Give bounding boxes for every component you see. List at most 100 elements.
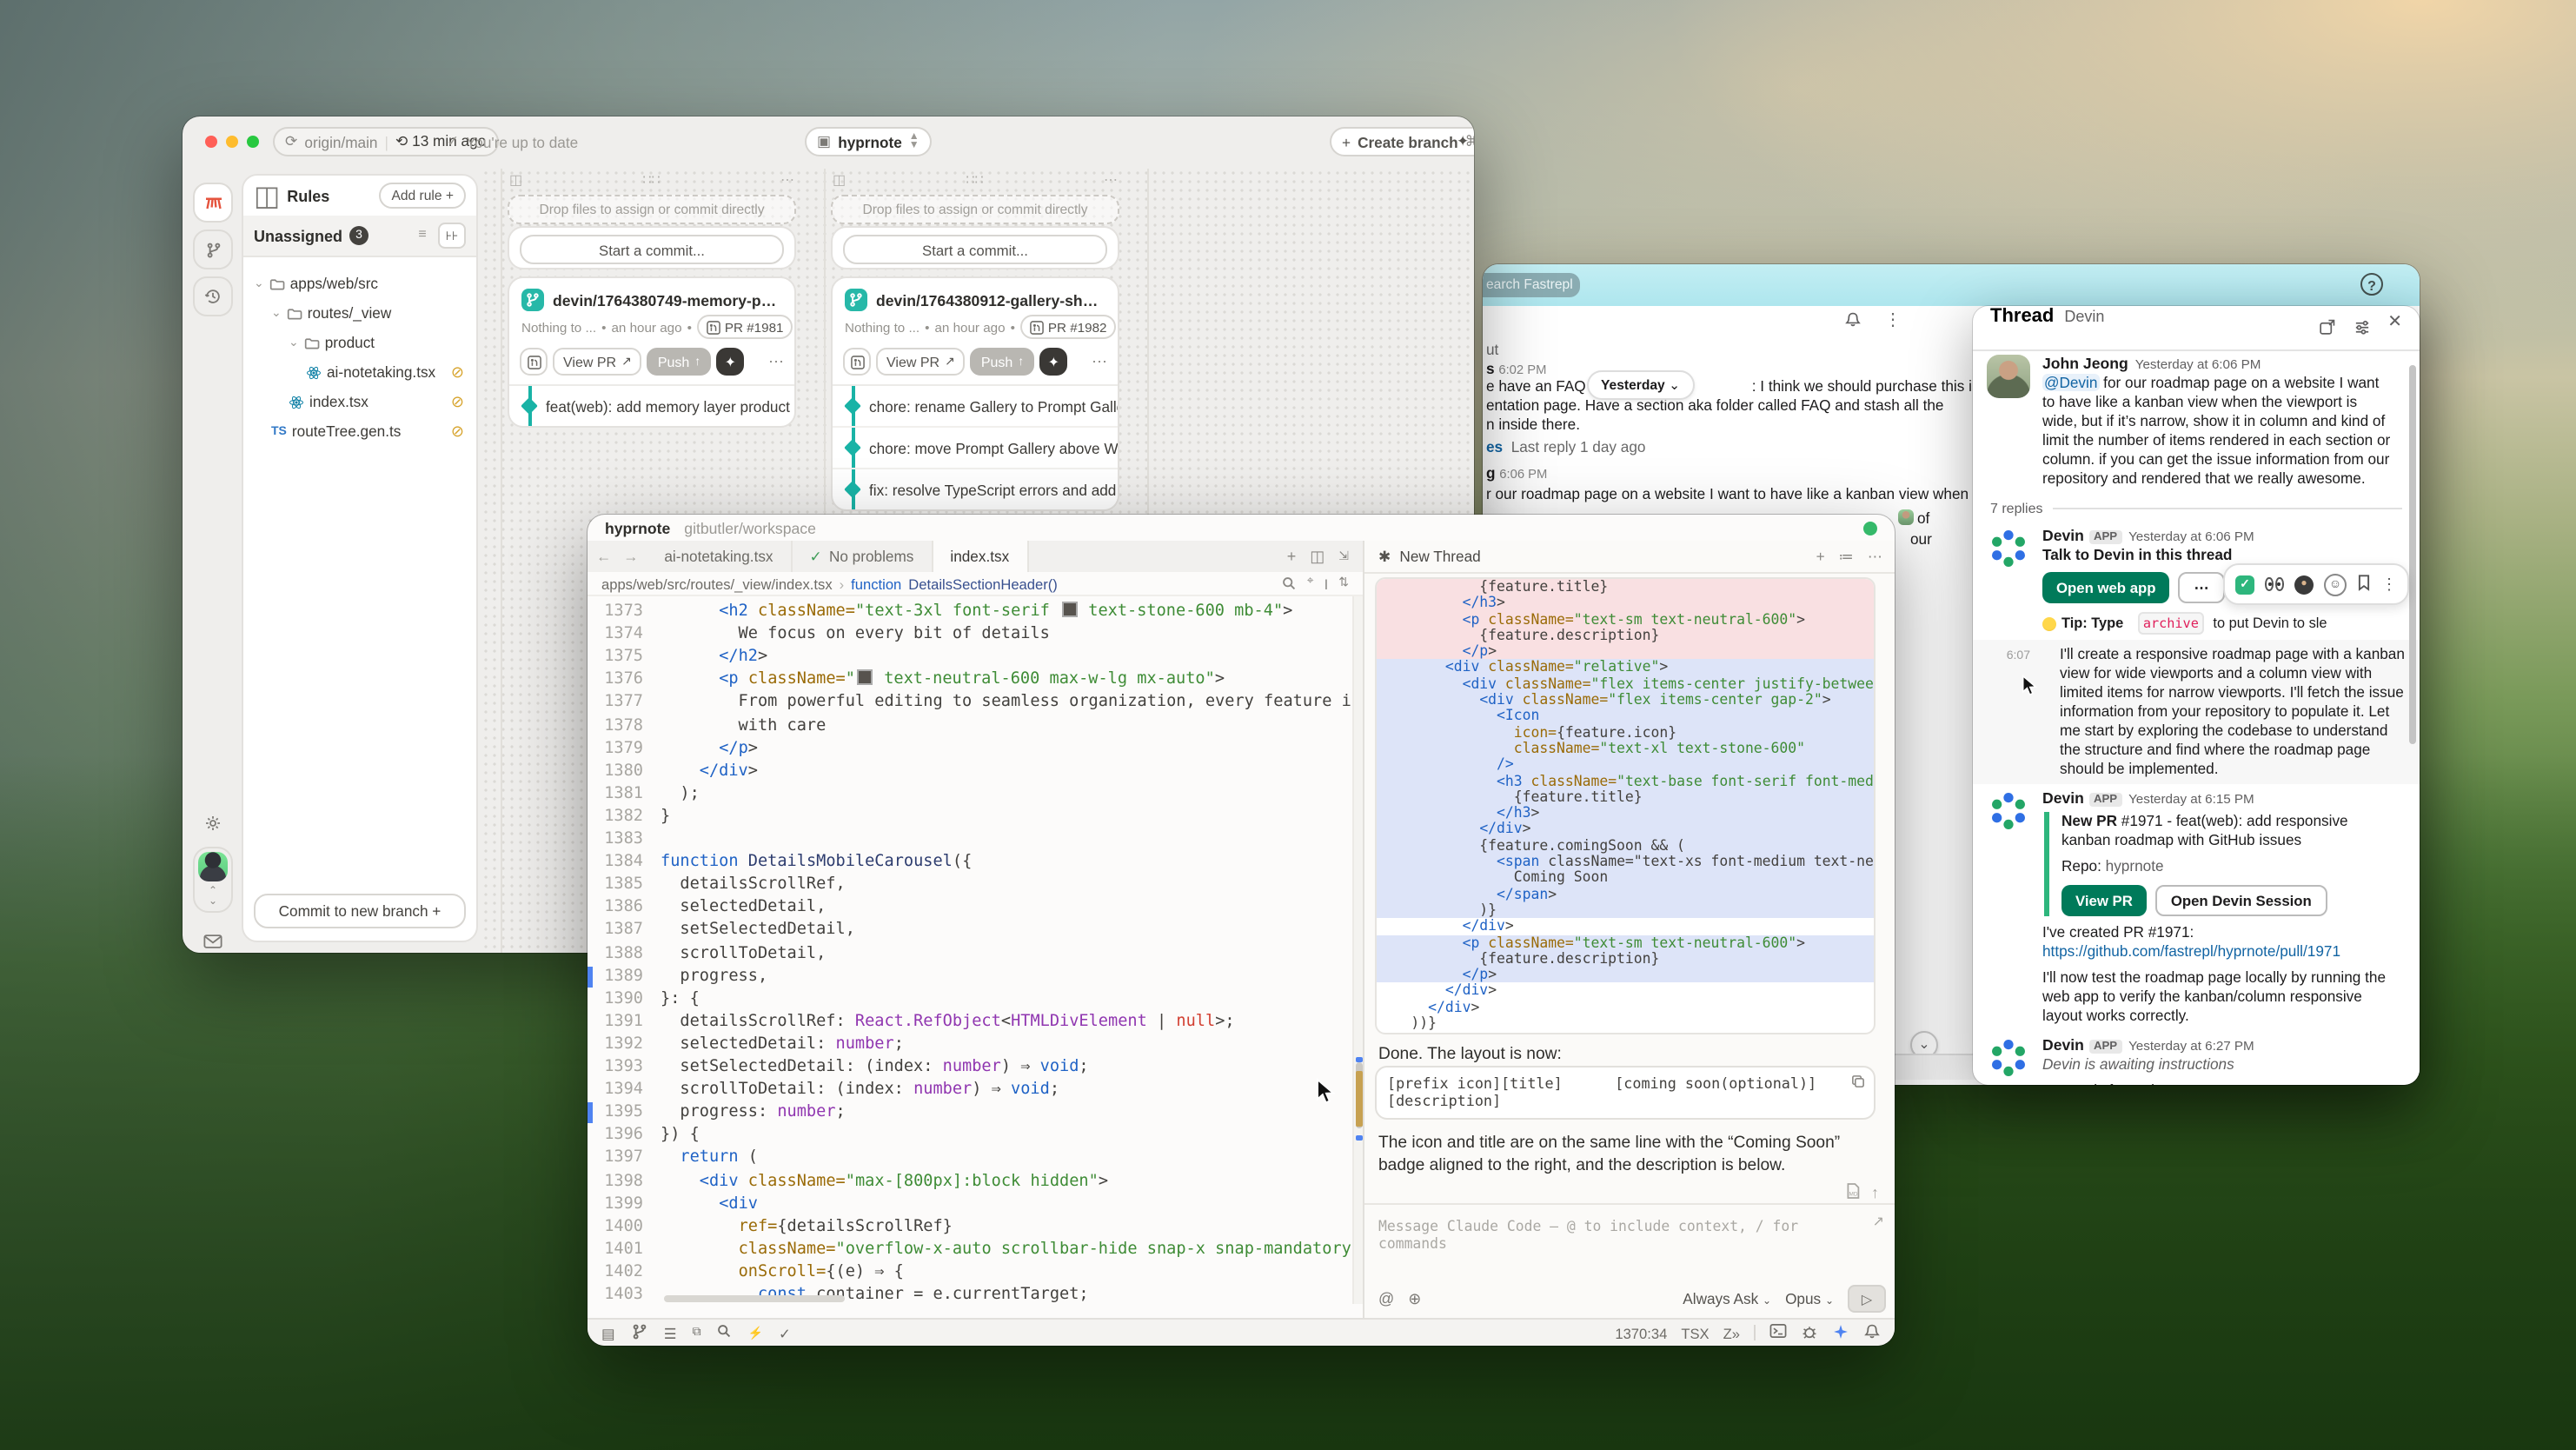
commit-row[interactable]: fix: resolve TypeScript errors and add r… <box>833 468 1118 509</box>
slack-help-button[interactable]: ? <box>2360 272 2383 295</box>
diagnostics-check-icon[interactable]: ✓ <box>779 1324 791 1341</box>
open-web-app-button[interactable]: Open web app <box>2042 572 2170 603</box>
tree-item-ai-notetaking-tsx[interactable]: ai-notetaking.tsx⊘ <box>306 358 476 386</box>
markdown-icon[interactable]: MD <box>1845 1182 1859 1203</box>
thread-settings-icon[interactable] <box>2353 312 2370 343</box>
mention-icon[interactable]: @ <box>1378 1290 1394 1307</box>
ai-sparkle-button[interactable]: ✦ <box>1453 127 1472 156</box>
mention[interactable]: @Devin <box>2042 374 2099 391</box>
nav-back-icon[interactable]: ← <box>596 548 611 565</box>
thread-reply-link[interactable]: es Last reply 1 day ago <box>1486 438 1646 456</box>
tree-item-index-tsx[interactable]: index.tsx⊘ <box>289 388 476 416</box>
editor-tab-No-problems[interactable]: ✓No problems <box>793 541 933 572</box>
branch-name[interactable]: devin/1764380749-memory-page <box>553 291 782 309</box>
check-reaction-icon[interactable]: ✓ <box>2235 575 2254 594</box>
replies-count[interactable]: 7 replies <box>1990 499 2043 518</box>
lane-drag-handle[interactable]: ∷∷ <box>966 172 983 188</box>
permission-mode-select[interactable]: Always Ask ⌄ <box>1683 1290 1771 1307</box>
debug-icon[interactable] <box>1801 1322 1818 1343</box>
thread-history-icon[interactable]: ≔ <box>1839 547 1854 566</box>
editor-tab-index-tsx[interactable]: index.tsx <box>933 541 1028 572</box>
minimize-button[interactable] <box>226 136 238 148</box>
pr-link[interactable]: https://github.com/fastrepl/hyprnote/pul… <box>2042 942 2340 960</box>
nav-forward-icon[interactable]: → <box>623 548 638 565</box>
cursor-icon[interactable]: I <box>1325 575 1329 592</box>
pr-badge[interactable]: PR #1982 <box>1020 315 1116 339</box>
new-thread-icon[interactable]: + <box>1816 547 1825 566</box>
person-reaction-icon[interactable]: ● <box>2294 575 2314 594</box>
open-in-window-icon[interactable] <box>2318 312 2335 343</box>
actions-icon[interactable]: ⚡ <box>748 1326 763 1340</box>
commit-row[interactable]: chore: rename Gallery to Prompt Gallery … <box>833 386 1118 426</box>
message-author[interactable]: DevinAPPYesterday at 6:27 PM <box>2042 1036 2254 1054</box>
branch-menu-icon[interactable]: ⋯ <box>768 352 784 371</box>
close-icon[interactable]: ✕ <box>2387 312 2402 343</box>
language-mode[interactable]: TSX <box>1681 1324 1709 1341</box>
branch-details-button[interactable] <box>520 348 548 376</box>
breadcrumb[interactable]: apps/web/src/routes/_view/index.tsx›func… <box>588 572 1363 596</box>
slack-search-input[interactable]: earch Fastrepl <box>1483 273 1580 297</box>
split-pane-icon[interactable]: ◫ <box>1310 547 1325 566</box>
zed-icon[interactable]: Z» <box>1723 1324 1740 1341</box>
start-commit-button[interactable]: Start a commit... <box>520 235 784 264</box>
close-button[interactable] <box>205 136 217 148</box>
thread-scrollbar[interactable] <box>2409 365 2416 744</box>
eyes-reaction-icon[interactable] <box>2265 575 2284 594</box>
date-separator-pill[interactable]: Yesterday ⌄ <box>1587 370 1694 400</box>
tree-view-toggle[interactable]: ⊦⊦ <box>438 223 466 249</box>
diff-preview[interactable]: {feature.title} </h3> <p className="text… <box>1375 577 1876 1034</box>
push-button[interactable]: Push ↑ <box>647 348 711 376</box>
view-pr-button[interactable]: View PR ↗ <box>876 348 966 376</box>
devin-app-avatar[interactable] <box>1987 1036 2030 1080</box>
avatar[interactable] <box>198 852 228 881</box>
rail-history-button[interactable] <box>193 276 233 316</box>
tree-item-apps-web-src[interactable]: ⌄apps/web/src <box>254 269 476 297</box>
new-tab-icon[interactable]: + <box>1287 548 1297 565</box>
expand-icon[interactable]: ⇲ <box>1338 549 1349 563</box>
add-rule-button[interactable]: Add rule + <box>379 183 466 209</box>
bookmark-icon[interactable] <box>2357 569 2371 600</box>
branch-details-button[interactable] <box>843 348 871 376</box>
lane-drag-handle[interactable]: ∷∷ <box>642 172 660 188</box>
cursor-position[interactable]: 1370:34 <box>1615 1324 1667 1341</box>
chevron-updown-icon[interactable]: ⌃⌄ <box>195 887 231 908</box>
message-author[interactable]: DevinAPPYesterday at 6:06 PM <box>2042 527 2254 544</box>
rail-branches-button[interactable] <box>193 229 233 269</box>
git-branch-icon[interactable] <box>631 1322 648 1343</box>
start-commit-button[interactable]: Start a commit... <box>843 235 1107 264</box>
collab-icon[interactable]: ⧉ <box>693 1326 701 1340</box>
outline-icon[interactable]: ☰ <box>664 1324 677 1341</box>
add-reaction-icon[interactable]: ☺ <box>2324 573 2347 595</box>
message[interactable]: DevinAPPYesterday at 6:15 PM New PR #197… <box>1973 784 2420 1031</box>
view-pr-button[interactable]: View PR ↗ <box>553 348 642 376</box>
devin-app-avatar[interactable] <box>1987 789 2030 833</box>
search-icon[interactable] <box>717 1323 733 1342</box>
lane-collapse-icon[interactable]: ◫ <box>833 172 846 188</box>
lane-collapse-icon[interactable]: ◫ <box>509 172 522 188</box>
assistant-input[interactable]: Message Claude Code — @ to include conte… <box>1378 1217 1848 1252</box>
branch-menu-icon[interactable]: ⋯ <box>1092 352 1107 371</box>
profile-group[interactable]: ⌃⌄ <box>193 847 233 913</box>
tree-item-product[interactable]: ⌄product <box>289 329 476 356</box>
branch-name[interactable]: devin/1764380912-gallery-shortcuts <box>876 291 1105 309</box>
thread-tab-label[interactable]: New Thread <box>1399 548 1480 565</box>
horizontal-scrollbar-thumb[interactable] <box>664 1295 845 1302</box>
avatar[interactable] <box>1987 355 2030 398</box>
message-author[interactable]: John JeongYesterday at 6:06 PM <box>2042 355 2261 372</box>
commit-row[interactable]: feat(web): add memory layer product page <box>509 386 794 426</box>
pr-badge[interactable]: PR #1981 <box>697 315 793 339</box>
ai-sparkle-icon[interactable] <box>1832 1322 1849 1343</box>
scroll-top-icon[interactable]: ↑ <box>1871 1184 1879 1201</box>
tree-item-routes-view[interactable]: ⌄routes/_view <box>271 299 476 327</box>
editor-titlebar[interactable]: hyprnotegitbutler/workspace <box>588 515 1895 541</box>
add-context-icon[interactable]: ⊕ <box>1408 1289 1421 1308</box>
devin-app-avatar[interactable] <box>1987 527 2030 570</box>
branch-ai-button[interactable]: ✦ <box>716 348 744 376</box>
rail-settings-button[interactable] <box>193 803 233 843</box>
list-view-toggle[interactable]: ≡ <box>410 223 435 245</box>
message-author[interactable]: DevinAPPYesterday at 6:15 PM <box>2042 789 2254 807</box>
sort-icon[interactable]: ⇅ <box>1338 575 1349 592</box>
push-button[interactable]: Push ↑ <box>971 348 1034 376</box>
notifications-bell-icon[interactable] <box>1863 1322 1881 1343</box>
commit-to-new-branch-button[interactable]: Commit to new branch + <box>254 894 466 928</box>
